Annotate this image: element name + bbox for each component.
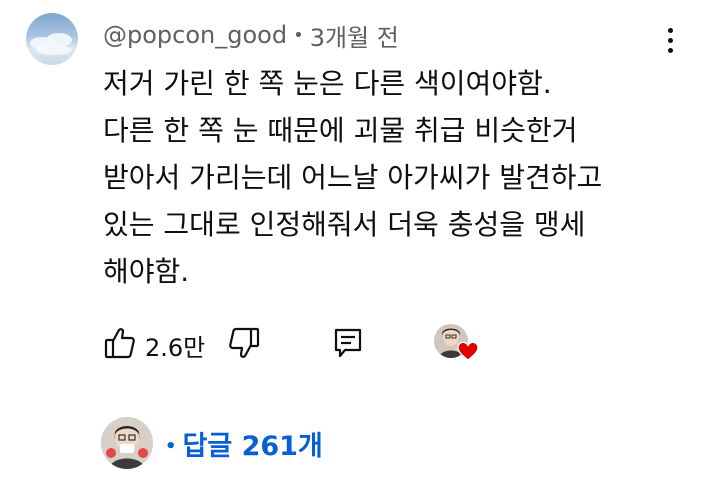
more-options-button[interactable] <box>658 22 682 58</box>
comment-line: 저거 가린 한 쪽 눈은 다른 색이여야함. <box>103 67 552 100</box>
comment-header: @popcon_good • 3개월 전 <box>103 18 399 52</box>
reply-author-avatar <box>101 417 153 469</box>
more-vert-icon <box>667 27 673 33</box>
creator-heart <box>434 324 484 364</box>
like-count: 2.6만 <box>145 334 206 362</box>
comment-actions: 2.6만 <box>103 324 503 364</box>
comment-line: 다른 한 쪽 눈 때문에 괴물 취급 비슷한거 <box>103 114 578 147</box>
heart-icon <box>457 341 479 361</box>
reply-comment-icon <box>334 328 362 358</box>
comment-time: 3개월 전 <box>309 23 399 52</box>
replies-count: 답글 261개 <box>182 430 323 462</box>
comment-text: 저거 가린 한 쪽 눈은 다른 색이여야함. 다른 한 쪽 눈 때문에 괴물 취… <box>103 60 683 295</box>
thumb-up-icon <box>104 328 135 359</box>
comment-line: 해야함. <box>103 255 190 288</box>
author-avatar[interactable] <box>26 13 78 65</box>
like-button[interactable] <box>103 324 137 362</box>
reply-button[interactable] <box>331 324 365 362</box>
dislike-button[interactable] <box>227 324 261 362</box>
replies-separator: • <box>165 435 177 457</box>
view-replies-button[interactable]: • 답글 261개 <box>101 416 323 470</box>
replies-label: • 답글 261개 <box>165 424 323 463</box>
comment-line: 있는 그대로 인정해줘서 더욱 충성을 맹세 <box>103 208 586 241</box>
thumb-down-icon <box>229 327 260 358</box>
comment-line: 받아서 가리는데 어느날 아가씨가 발견하고 <box>103 161 603 194</box>
header-separator: • <box>293 24 304 46</box>
author-name[interactable]: @popcon_good <box>103 21 287 49</box>
